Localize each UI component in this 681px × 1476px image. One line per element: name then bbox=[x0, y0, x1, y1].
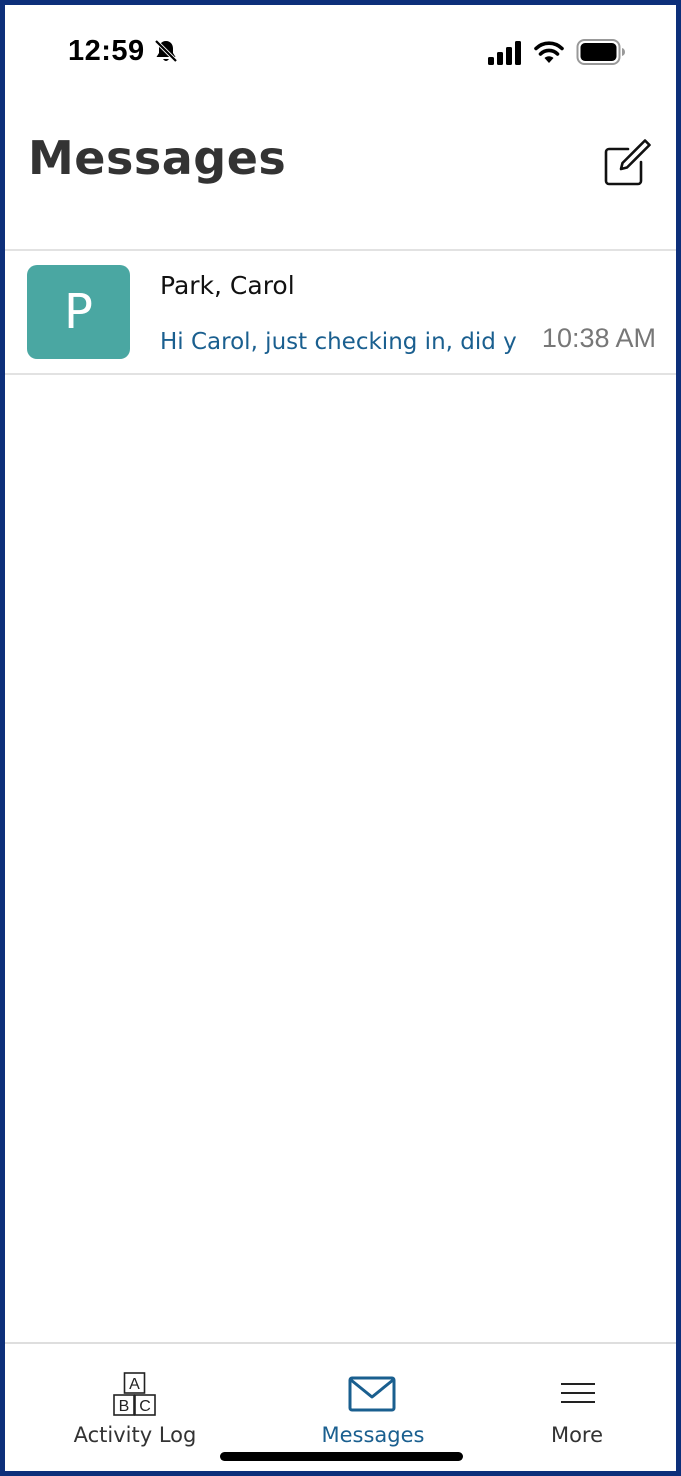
signal-icon bbox=[488, 41, 521, 65]
tab-activity-log[interactable]: A B C Activity Log bbox=[35, 1344, 235, 1471]
status-bar: 12:59 bbox=[5, 5, 676, 105]
conversation-row[interactable]: P Park, Carol Hi Carol, just checking in… bbox=[5, 251, 676, 375]
status-time: 12:59 bbox=[68, 35, 145, 67]
envelope-icon bbox=[348, 1376, 396, 1412]
block-letter-a: A bbox=[129, 1376, 140, 1393]
compose-icon bbox=[604, 139, 651, 186]
tab-label-more: More bbox=[550, 1423, 604, 1447]
app-frame: 12:59 Messages P Park, Carol Hi Carol, j… bbox=[0, 0, 681, 1476]
message-preview: Hi Carol, just checking in, did y bbox=[160, 329, 517, 355]
abc-blocks-icon: A B C bbox=[113, 1372, 156, 1416]
tab-label-messages: Messages bbox=[321, 1423, 425, 1447]
compose-button[interactable] bbox=[601, 137, 653, 189]
block-letter-b: B bbox=[119, 1398, 130, 1415]
tab-label-activity-log: Activity Log bbox=[73, 1423, 197, 1447]
page-title: Messages bbox=[28, 131, 287, 185]
avatar-letter: P bbox=[64, 284, 93, 340]
battery-icon bbox=[576, 39, 625, 65]
bell-off-icon bbox=[154, 39, 178, 63]
message-time: 10:38 AM bbox=[541, 323, 656, 353]
avatar: P bbox=[27, 265, 130, 359]
sender-name: Park, Carol bbox=[160, 271, 295, 300]
home-indicator bbox=[220, 1452, 463, 1461]
hamburger-menu-icon bbox=[561, 1383, 595, 1403]
tab-more[interactable]: More bbox=[477, 1344, 676, 1471]
wifi-icon bbox=[534, 41, 564, 63]
block-letter-c: C bbox=[139, 1398, 151, 1415]
row-divider bbox=[5, 373, 676, 375]
